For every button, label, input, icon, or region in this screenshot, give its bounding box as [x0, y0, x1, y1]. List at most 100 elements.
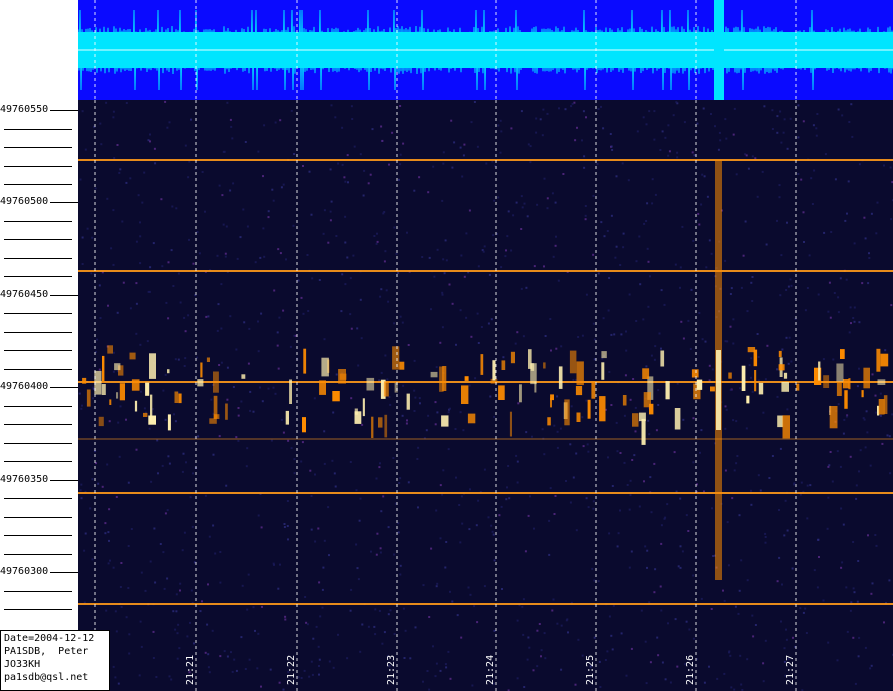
noise-speck — [112, 209, 115, 212]
noise-speck — [306, 623, 309, 626]
noise-speck — [376, 232, 378, 235]
noise-speck — [139, 620, 142, 623]
noise-speck — [164, 512, 167, 515]
noise-speck — [598, 660, 601, 663]
noise-speck — [168, 121, 171, 124]
noise-speck — [718, 131, 721, 134]
noise-speck — [651, 202, 654, 205]
noise-speck — [833, 292, 836, 294]
noise-speck — [470, 121, 473, 124]
noise-speck — [663, 303, 666, 306]
noise-speck — [447, 650, 450, 653]
noise-speck — [636, 130, 639, 133]
freq-minor-tick — [4, 424, 72, 426]
noise-speck — [83, 549, 86, 552]
noise-speck — [679, 566, 682, 569]
noise-speck — [198, 252, 201, 255]
noise-speck — [192, 472, 194, 475]
noise-speck — [824, 153, 827, 156]
noise-speck — [226, 366, 229, 369]
noise-speck — [259, 256, 262, 259]
noise-speck — [815, 134, 818, 137]
noise-speck — [346, 256, 349, 259]
noise-speck — [664, 678, 667, 681]
noise-speck — [374, 633, 377, 636]
noise-speck — [644, 545, 647, 548]
noise-speck — [858, 163, 861, 166]
noise-speck — [806, 484, 809, 487]
freq-minor-tick — [4, 405, 72, 407]
noise-speck — [620, 333, 623, 336]
noise-speck — [729, 654, 732, 657]
noise-speck — [297, 279, 300, 282]
noise-speck — [858, 636, 861, 639]
noise-speck — [790, 284, 793, 287]
noise-speck — [751, 390, 754, 393]
noise-speck — [889, 166, 892, 169]
noise-speck — [155, 676, 158, 678]
noise-speck — [341, 163, 344, 166]
noise-speck — [267, 210, 270, 213]
noise-speck — [435, 509, 438, 512]
meteor-burst — [601, 351, 607, 359]
noise-speck — [597, 108, 600, 110]
noise-speck — [460, 495, 463, 498]
noise-speck — [870, 592, 873, 595]
noise-speck — [692, 417, 695, 420]
meteor-burst — [818, 361, 821, 381]
noise-speck — [375, 242, 378, 245]
noise-speck — [575, 452, 578, 455]
noise-speck — [869, 667, 872, 670]
meteor-burst — [660, 350, 665, 367]
noise-speck — [750, 503, 753, 506]
noise-speck — [398, 482, 401, 484]
noise-speck — [242, 208, 245, 211]
meteor-burst — [101, 384, 106, 395]
noise-speck — [735, 462, 738, 465]
meteor-burst — [674, 408, 681, 430]
meteor-burst — [114, 363, 121, 371]
noise-speck — [879, 414, 882, 417]
noise-speck — [207, 583, 209, 586]
meteor-burst — [781, 382, 789, 392]
noise-speck — [776, 131, 779, 134]
noise-speck — [434, 675, 437, 678]
noise-speck — [232, 386, 235, 388]
noise-speck — [623, 414, 626, 417]
noise-speck — [812, 124, 815, 127]
noise-speck — [874, 394, 877, 397]
noise-speck — [781, 348, 784, 351]
noise-speck — [649, 661, 652, 664]
noise-speck — [514, 342, 517, 345]
noise-speck — [435, 366, 438, 369]
noise-speck — [247, 573, 250, 576]
noise-speck — [806, 287, 809, 289]
noise-speck — [785, 638, 788, 641]
noise-speck — [516, 331, 519, 334]
noise-speck — [535, 117, 538, 120]
noise-speck — [380, 288, 383, 291]
noise-speck — [785, 289, 788, 291]
noise-speck — [118, 171, 121, 174]
meteor-burst — [102, 355, 105, 382]
noise-speck — [471, 684, 474, 687]
noise-speck — [556, 395, 559, 398]
noise-speck — [274, 392, 277, 395]
noise-speck — [562, 173, 565, 175]
noise-speck — [439, 537, 442, 540]
noise-speck — [667, 154, 670, 157]
meteor-burst — [289, 379, 292, 404]
noise-speck — [487, 516, 490, 519]
noise-speck — [483, 585, 486, 588]
noise-speck — [274, 121, 277, 124]
noise-speck — [822, 358, 825, 361]
noise-speck — [879, 392, 882, 395]
noise-speck — [139, 221, 141, 224]
noise-speck — [857, 560, 860, 562]
meteor-burst — [498, 385, 505, 400]
noise-speck — [135, 448, 138, 451]
noise-speck — [360, 337, 363, 340]
noise-speck — [300, 677, 303, 679]
noise-speck — [322, 566, 325, 569]
noise-speck — [851, 135, 854, 138]
